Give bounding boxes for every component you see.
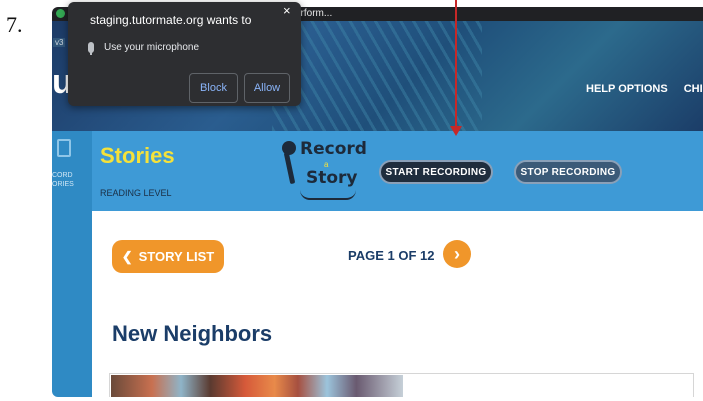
annotation-arrow [455,0,457,128]
logo-word-record: Record [300,139,367,159]
sidebar: CORD ORIES [52,131,92,397]
story-title: New Neighbors [112,321,273,346]
site-favicon [56,9,65,18]
logo-word-story: Story [306,168,358,188]
stories-banner: Stories READING LEVEL Record a Story STA… [92,131,703,211]
microphone-icon [88,42,94,55]
story-list-label: STORY LIST [138,249,215,264]
header-nav: HELP OPTIONS CHILD IN [586,83,703,95]
block-button[interactable]: Block [189,73,238,103]
chevron-right-icon: › [454,243,460,264]
start-recording-button[interactable]: START RECORDING [379,160,493,184]
nav-child-info[interactable]: CHILD IN [684,83,703,95]
reading-level-label: READING LEVEL [100,188,172,198]
popup-title: staging.tutormate.org wants to [90,13,252,27]
version-tag: v3 [53,38,66,47]
close-icon[interactable]: × [283,3,291,18]
story-list-button[interactable]: ❮ STORY LIST [112,240,224,273]
next-page-button[interactable]: › [443,240,471,268]
page-title: Stories [100,143,175,168]
page-indicator: PAGE 1 OF 12 [348,248,435,263]
annotation-arrow-head [450,126,462,136]
allow-button[interactable]: Allow [244,73,290,103]
step-number: 7. [6,12,23,37]
record-a-story-logo: Record a Story [282,135,374,205]
microphone-permission-popup: staging.tutormate.org wants to Use your … [68,2,301,106]
story-illustration [111,375,403,397]
nav-help-options[interactable]: HELP OPTIONS [586,83,668,95]
stop-recording-button[interactable]: STOP RECORDING [514,160,622,184]
popup-request-text: Use your microphone [104,42,200,53]
header-texture [272,21,482,131]
chevron-left-icon: ❮ [121,248,133,264]
sidebar-item-record-stories[interactable]: CORD ORIES [52,171,74,189]
book-icon[interactable] [57,139,71,157]
